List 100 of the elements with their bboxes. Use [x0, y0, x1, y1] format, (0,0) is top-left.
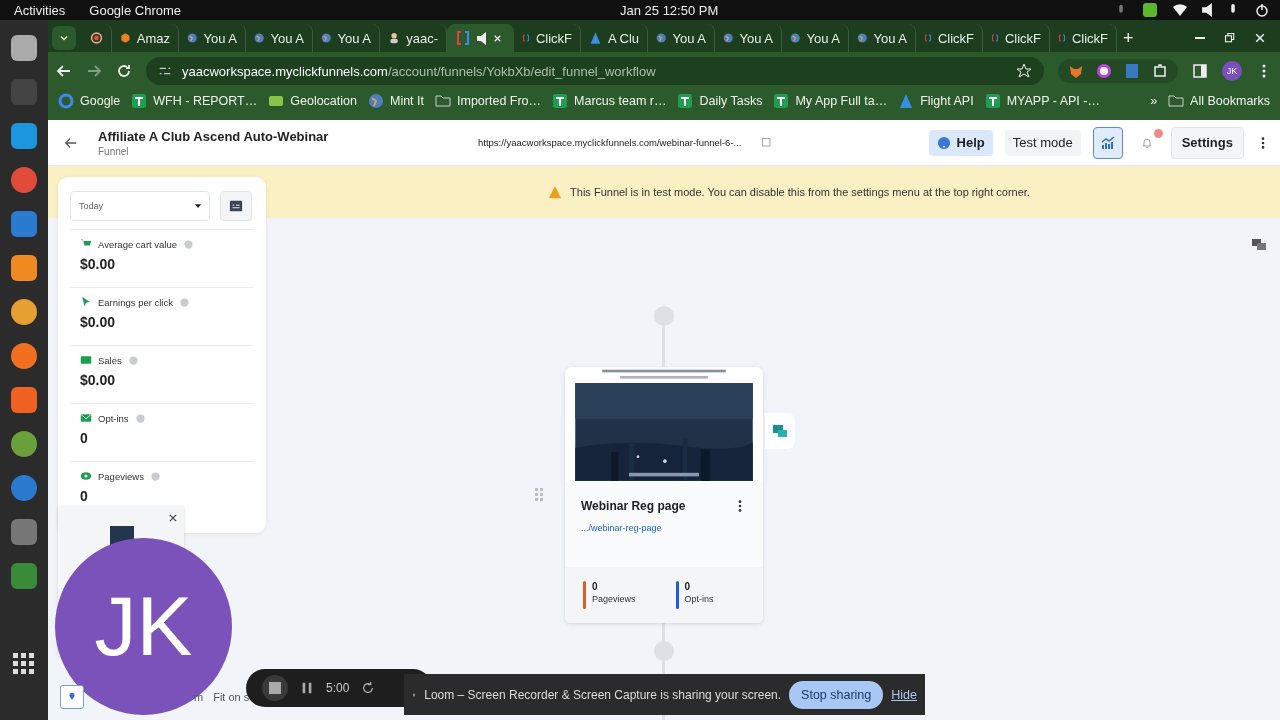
stat-label: Average cart value: [98, 238, 178, 250]
info-icon: [183, 238, 195, 250]
metric-label: Opt-ins: [684, 594, 714, 604]
eye-icon: [80, 470, 92, 482]
stat-value: $0.00: [80, 372, 117, 388]
mail-icon: [80, 412, 92, 424]
split-view-icon: [1251, 236, 1267, 252]
bookmark-link[interactable]: Imported Fro…: [435, 93, 542, 109]
stat-label: Earnings per click: [98, 296, 173, 308]
settings-button[interactable]: Settings: [1170, 126, 1244, 159]
test-mode-banner-text: This Funnel is in test mode. You can disable this from the settings menu at the top right corner.: [570, 186, 1030, 198]
all-bookmarks-link[interactable]: All Bookmarks: [1168, 93, 1270, 109]
address-bar[interactable]: yaacworkspace.myclickfunnels.com/account/funnels/YokbXb/edit_funnel_workflow: [146, 57, 1044, 85]
help-button[interactable]: Help: [928, 129, 993, 156]
stat-value: 0: [80, 430, 89, 446]
bookmark-link[interactable]: Daily Tasks: [677, 93, 763, 109]
restore-icon: [1224, 32, 1236, 44]
new-tab-button[interactable]: +: [1117, 24, 1140, 52]
metric-value: 0: [684, 581, 692, 592]
profile-avatar[interactable]: JK: [1222, 61, 1242, 81]
tab-search-button[interactable]: [52, 26, 76, 50]
more-bookmarks-button[interactable]: »: [1150, 94, 1158, 108]
bookmark-link[interactable]: MYAPP - API -…: [984, 93, 1100, 109]
test-mode-button[interactable]: Test mode: [1004, 129, 1081, 156]
step-action-button[interactable]: [765, 413, 795, 449]
bookmark-link[interactable]: Mint It: [367, 93, 424, 109]
globe-icon: [790, 30, 801, 46]
funnel-subtitle: Funnel: [98, 145, 130, 157]
stat-value: $0.00: [80, 256, 117, 272]
globe-icon: [723, 30, 734, 46]
triangle-icon: [589, 30, 602, 46]
metric-label: Pageviews: [592, 594, 636, 604]
star-icon: [1016, 63, 1032, 79]
stat-label: Opt-ins: [98, 412, 129, 424]
analytics-button[interactable]: [1092, 126, 1123, 159]
bookmark-link[interactable]: My App Full ta…: [773, 93, 888, 109]
info-icon: [179, 296, 190, 308]
fit-on-screen-button[interactable]: Fit on s: [213, 691, 250, 703]
card-view-button[interactable]: [220, 191, 252, 221]
power-icon: [1254, 2, 1270, 18]
sheet-icon: [773, 93, 790, 109]
bookmark-link[interactable]: Google: [58, 93, 121, 109]
stat-value: $0.00: [80, 314, 117, 330]
zoom-label[interactable]: m: [194, 691, 204, 703]
restart-icon: [361, 681, 376, 695]
bookmark-link[interactable]: WFH - REPORT…: [131, 93, 258, 109]
funnel-step-card[interactable]: Webinar Reg page .../webinar-reg-page 0 Pageviews 0 Opt-ins: [565, 367, 763, 623]
triangle-icon: [898, 93, 915, 109]
step-url-link[interactable]: .../webinar-reg-page: [581, 522, 686, 533]
clock[interactable]: Jan 25 12:50 PM: [620, 3, 719, 18]
funnel-url[interactable]: https://yaacworkspace.myclickfunnels.com/webinar-funnel-6-...: [478, 137, 742, 148]
globe-icon: [321, 30, 332, 46]
stat-label: Sales: [98, 354, 122, 366]
recording-timer: 5:00: [326, 681, 350, 695]
funnel-title: Affiliate A Club Ascend Auto-Webinar: [98, 128, 330, 144]
stat-label: Pageviews: [98, 470, 144, 482]
side-panel-icon: [1192, 63, 1208, 79]
app-name: Google Chrome: [89, 2, 182, 18]
globe-icon: [367, 93, 384, 109]
sheet-icon: [984, 93, 1001, 109]
external-link-icon: [761, 136, 774, 149]
back-arrow-icon: [64, 135, 78, 150]
drag-handle-icon: [535, 488, 545, 502]
sharing-message: Loom – Screen Recorder & Screen Capture is sharing your screen.: [424, 687, 782, 702]
pause-icon: [300, 681, 314, 695]
back-arrow-icon: [56, 63, 72, 79]
reload-icon: [116, 63, 132, 79]
bookmark-link[interactable]: Marcus team r…: [552, 93, 667, 109]
sheet-icon: [131, 93, 148, 109]
app-grid-icon[interactable]: [13, 653, 35, 675]
cube-icon: [120, 30, 131, 46]
info-icon: [149, 470, 161, 482]
globe-icon: [656, 30, 667, 46]
map-button[interactable]: [60, 685, 84, 709]
browser-tab[interactable]: [447, 24, 514, 52]
sheet-icon: [552, 93, 569, 109]
info-icon: [127, 354, 139, 366]
bookmark-link[interactable]: Geolocation: [268, 93, 357, 109]
forward-arrow-icon: [86, 63, 102, 79]
volume-icon: [1202, 3, 1212, 17]
stop-sharing-button[interactable]: Stop sharing: [789, 680, 884, 709]
bookmark-link[interactable]: Flight API: [898, 93, 974, 109]
ring-icon: [1096, 63, 1112, 79]
activities-button[interactable]: Activities: [14, 2, 66, 18]
close-icon: [168, 513, 178, 523]
puzzle-icon: [1152, 63, 1168, 79]
cursor-icon: [80, 296, 92, 308]
google-icon: [58, 93, 74, 109]
warning-icon: [548, 185, 563, 199]
record-icon: [90, 31, 103, 45]
hide-link[interactable]: Hide: [891, 687, 917, 702]
globe-icon: [254, 30, 265, 46]
stop-button[interactable]: [262, 675, 288, 701]
stop-icon: [269, 682, 281, 694]
wifi-icon: [1172, 2, 1188, 18]
globe-icon: [187, 30, 198, 46]
chart-icon: [1099, 134, 1116, 151]
step-title: Webinar Reg page: [581, 498, 686, 513]
info-icon: [134, 412, 146, 424]
date-range-select[interactable]: Today: [70, 191, 210, 221]
